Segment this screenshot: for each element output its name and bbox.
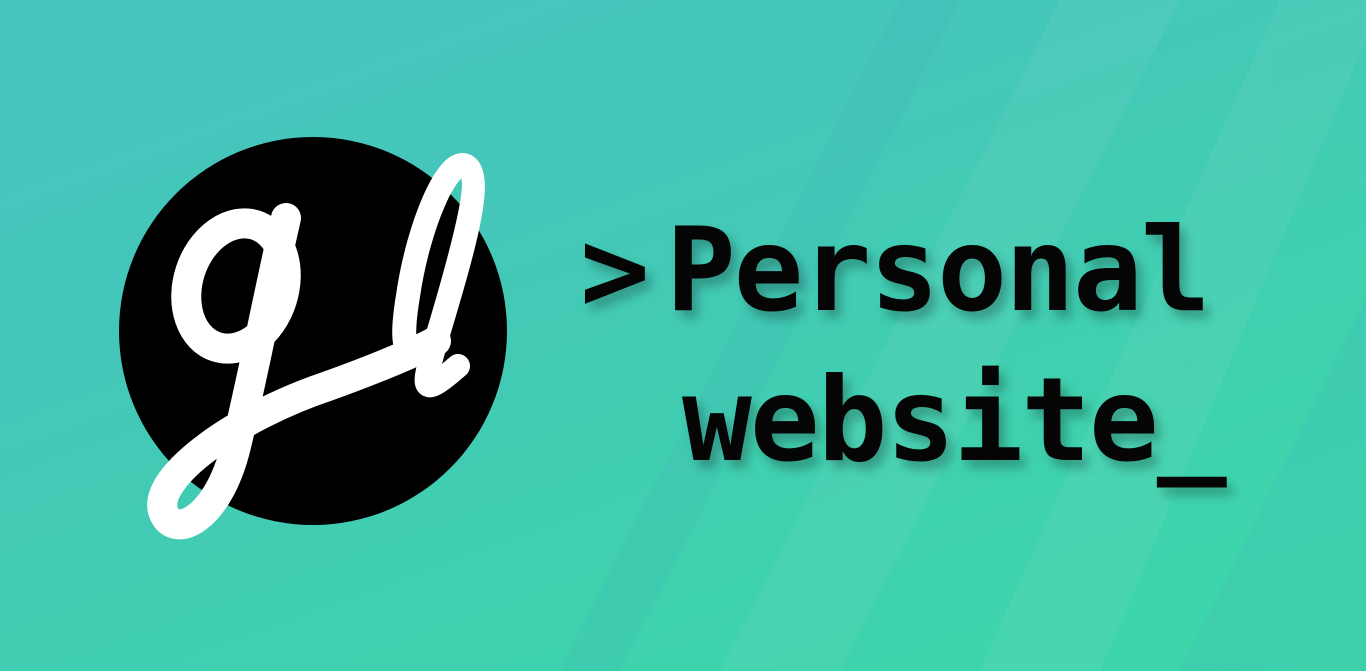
gl-logo-icon: gl <box>119 137 507 540</box>
headline-line-2: website_ <box>580 346 1227 496</box>
prompt-symbol: > <box>580 203 650 338</box>
headline-word-personal: Personal <box>665 203 1211 338</box>
banner: gl >Personal website_ <box>0 0 1366 671</box>
headline-word-website: website_ <box>682 353 1227 488</box>
headline: > Personal website_ <box>580 196 1227 496</box>
headline-line-1: > Personal <box>580 196 1225 346</box>
